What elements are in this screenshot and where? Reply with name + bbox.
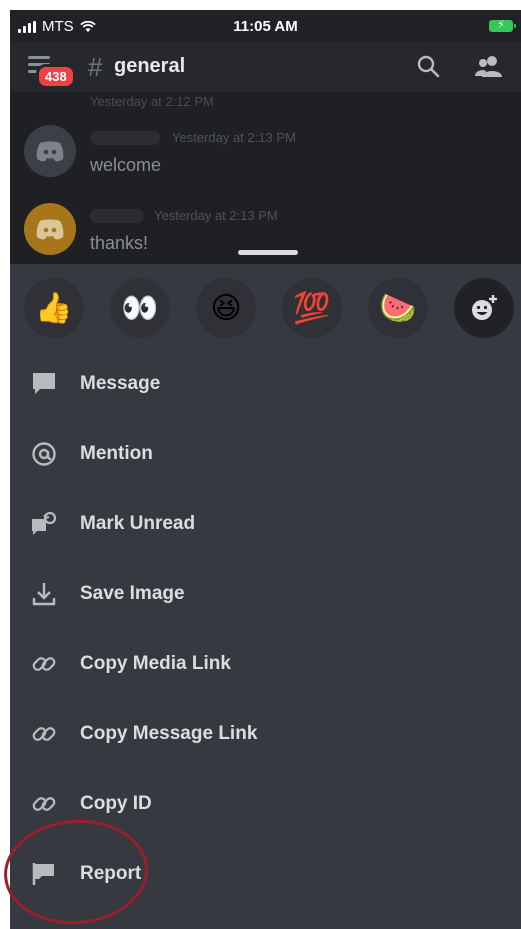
link-icon [30, 790, 58, 818]
menu-item-label: Message [80, 373, 161, 394]
message-actions-sheet: 👍 👀 😆 💯 🍉 Message Mention Mark Unread Sa… [10, 264, 521, 929]
channel-header: 438 # general [10, 42, 521, 92]
link-icon [30, 720, 58, 748]
discord-logo-icon [36, 141, 64, 162]
quick-reactions: 👍 👀 😆 💯 🍉 [10, 278, 521, 340]
message-timestamp: Yesterday at 2:13 PM [172, 130, 296, 145]
watermelon-icon: 🍉 [379, 291, 417, 325]
at-sign-icon [30, 440, 58, 468]
battery-icon: ⚡ [489, 19, 516, 32]
menu-item-save-image[interactable]: Save Image [10, 564, 521, 624]
menu-item-mark-unread[interactable]: Mark Unread [10, 494, 521, 554]
status-bar: MTS 11:05 AM ⚡ [10, 10, 521, 42]
menu-item-report[interactable]: Report [10, 844, 521, 904]
laughing-face-icon: 😆 [210, 291, 242, 325]
menu-item-copy-message-link[interactable]: Copy Message Link [10, 704, 521, 764]
thumbs-up-icon: 👍 [35, 291, 73, 325]
avatar[interactable] [24, 125, 76, 177]
menu-item-label: Copy ID [80, 793, 152, 814]
message-text: thanks! [90, 233, 149, 253]
channel-name[interactable]: general [114, 55, 185, 78]
reaction-laughing-button[interactable]: 😆 [196, 278, 256, 338]
menu-item-label: Report [80, 863, 142, 884]
flag-icon [30, 860, 58, 888]
download-icon [30, 580, 58, 608]
hundred-points-icon: 💯 [293, 291, 331, 325]
mark-unread-icon [30, 510, 58, 538]
link-icon [30, 650, 58, 678]
phone-screen: MTS 11:05 AM ⚡ 438 # general Yesterday a… [10, 10, 521, 929]
avatar[interactable] [24, 203, 76, 255]
reaction-hundred-button[interactable]: 💯 [282, 278, 342, 338]
chat-message[interactable]: Yesterday at 2:13 PM welcome [24, 125, 504, 181]
chat-area: Yesterday at 2:12 PM Yesterday at 2:13 P… [10, 92, 521, 264]
add-reaction-button[interactable] [454, 278, 514, 338]
message-timestamp: Yesterday at 2:12 PM [90, 94, 214, 109]
menu-item-copy-id[interactable]: Copy ID [10, 774, 521, 834]
message-timestamp: Yesterday at 2:13 PM [154, 208, 278, 223]
eyes-icon: 👀 [121, 291, 159, 325]
add-reaction-icon [472, 295, 497, 320]
reaction-thumbs-up-button[interactable]: 👍 [24, 278, 84, 338]
username-blurred [90, 131, 160, 145]
menu-item-label: Mark Unread [80, 513, 196, 534]
menu-item-copy-media-link[interactable]: Copy Media Link [10, 634, 521, 694]
notification-badge: 438 [36, 64, 76, 89]
message-text: welcome [90, 155, 162, 175]
username-blurred [90, 209, 144, 223]
menu-item-mention[interactable]: Mention [10, 424, 521, 484]
menu-item-label: Copy Media Link [80, 653, 231, 674]
sheet-drag-handle[interactable] [238, 250, 298, 255]
menu-item-label: Save Image [80, 583, 185, 604]
channel-hash-icon: # [88, 52, 103, 82]
chat-bubble-icon [30, 370, 58, 398]
status-time: 11:05 AM [233, 18, 298, 35]
members-icon[interactable] [474, 54, 504, 78]
search-icon[interactable] [416, 54, 440, 78]
menu-item-label: Mention [80, 443, 153, 464]
menu-item-message[interactable]: Message [10, 354, 521, 414]
discord-logo-icon [36, 219, 64, 240]
reaction-eyes-button[interactable]: 👀 [110, 278, 170, 338]
reaction-watermelon-button[interactable]: 🍉 [368, 278, 428, 338]
menu-item-label: Copy Message Link [80, 723, 258, 744]
